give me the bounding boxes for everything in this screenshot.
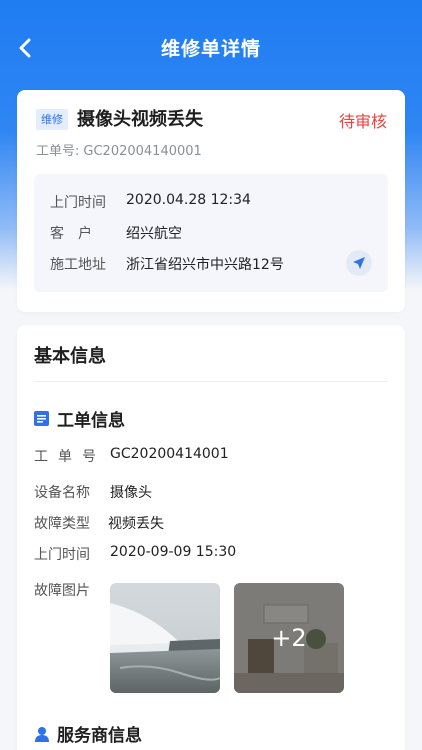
basic-info-title: 基本信息: [34, 346, 106, 367]
field-label: 故障图片: [34, 583, 90, 599]
field-label: 故障类型: [34, 516, 90, 532]
status-badge: 待审核: [338, 112, 387, 131]
field-value: GC20200414001: [110, 446, 229, 462]
section-divider: [34, 381, 388, 382]
work-order-heading-label: 工单信息: [57, 411, 125, 431]
field-work-order-no: 工单号 GC20200414001: [34, 446, 229, 466]
address-label: 施工地址: [50, 257, 106, 273]
fault-photo-1[interactable]: [110, 583, 220, 693]
visit-time-value: 2020.04.28 12:34: [126, 192, 251, 208]
work-order-heading: 工单信息: [34, 406, 125, 431]
field-label: 上门时间: [34, 547, 90, 563]
field-label: 工单号: [34, 449, 106, 465]
field-visit-time: 上门时间 2020-09-09 15:30: [34, 544, 236, 564]
page-title: 维修单详情: [160, 38, 261, 60]
field-fault-photos: 故障图片: [34, 580, 110, 600]
navigate-button[interactable]: [346, 250, 372, 276]
customer-row: 客户 绍兴航空: [50, 223, 182, 243]
order-number-value: GC202004140001: [83, 144, 202, 159]
address-value: 浙江省绍兴市中兴路12号: [126, 257, 284, 273]
more-photos-overlay: +2: [234, 583, 344, 693]
field-value: 2020-09-09 15:30: [110, 544, 237, 560]
customer-value: 绍兴航空: [126, 226, 182, 242]
customer-label: 客户: [50, 226, 106, 242]
order-type-tag: 维修: [36, 109, 68, 130]
basic-info-card: 基本信息 工单信息 工单号 GC20200414001 设备名称 摄像头 故障类…: [17, 325, 405, 750]
address-row: 施工地址 浙江省绍兴市中兴路12号: [50, 254, 284, 274]
order-number: 工单号: GC202004140001: [36, 140, 202, 159]
order-title: 摄像头视频丢失: [77, 109, 203, 130]
field-value: 视频丢失: [108, 516, 164, 532]
order-summary-card: 维修 摄像头视频丢失 待审核 工单号: GC202004140001 上门时间 2…: [17, 90, 405, 312]
field-value: 摄像头: [110, 485, 152, 501]
order-info-box: 上门时间 2020.04.28 12:34 客户 绍兴航空 施工地址 浙江省绍兴…: [34, 174, 388, 292]
visit-time-label: 上门时间: [50, 195, 106, 211]
field-label: 设备名称: [34, 485, 90, 501]
provider-heading-label: 服务商信息: [57, 726, 142, 746]
visit-time-row: 上门时间 2020.04.28 12:34: [50, 192, 251, 212]
order-number-label: 工单号:: [36, 144, 80, 159]
field-fault-type: 故障类型 视频丢失: [34, 513, 164, 533]
navigation-arrow-icon: [353, 257, 365, 269]
user-icon: [34, 726, 50, 742]
field-device-name: 设备名称 摄像头: [34, 482, 152, 502]
provider-heading: 服务商信息: [34, 721, 142, 746]
building-photo-image: [110, 583, 220, 693]
document-icon: [34, 411, 50, 427]
fault-photo-2[interactable]: +2: [234, 583, 344, 693]
nav-bar: 维修单详情: [0, 0, 422, 95]
